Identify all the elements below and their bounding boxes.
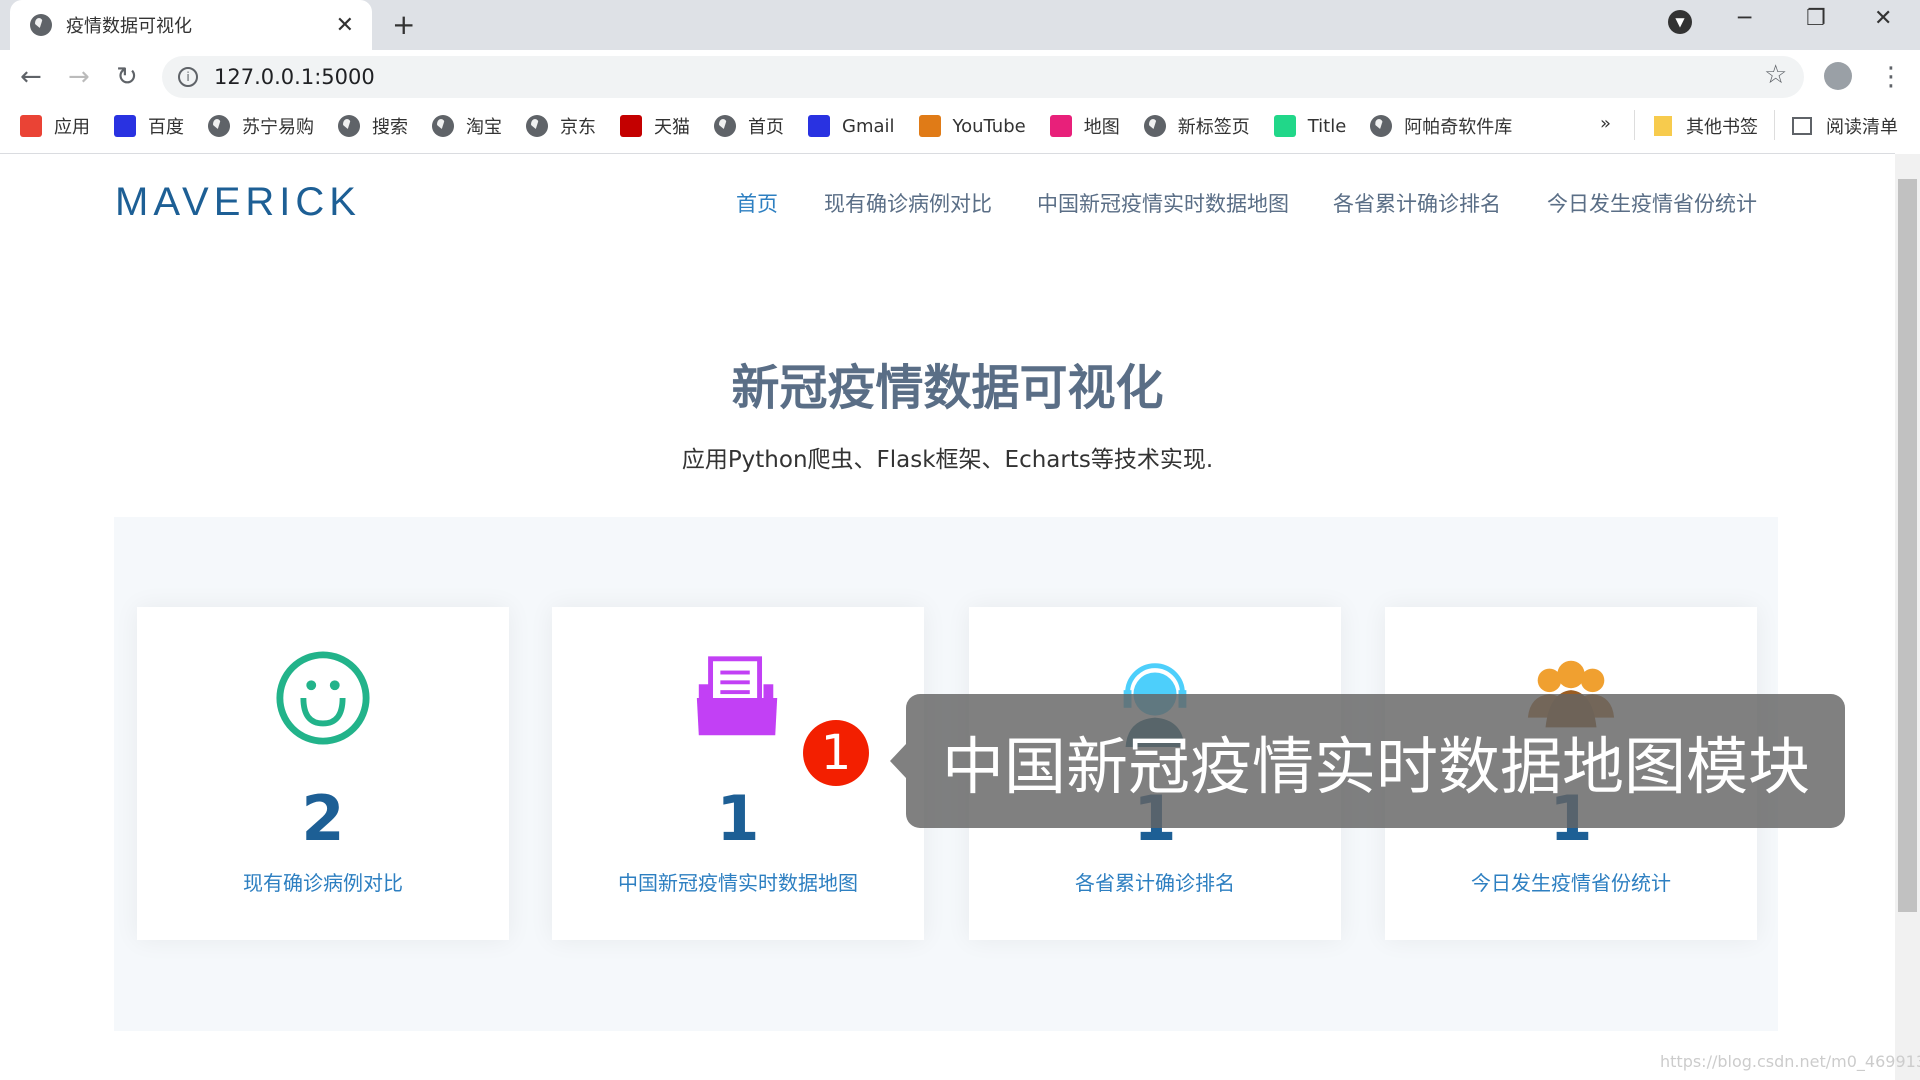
reading-list-icon bbox=[1792, 117, 1812, 135]
bookmark-label: 天猫 bbox=[654, 117, 690, 138]
bookmark-item[interactable]: Gmail bbox=[808, 115, 895, 137]
reload-icon[interactable]: ↻ bbox=[116, 62, 138, 92]
nav-link[interactable]: 各省累计确诊排名 bbox=[1333, 188, 1501, 218]
address-bar[interactable]: i 127.0.0.1:5000 bbox=[162, 56, 1804, 98]
card-link[interactable]: 现有确诊病例对比 bbox=[137, 867, 509, 896]
nav-link[interactable]: 首页 bbox=[736, 188, 778, 218]
forward-icon[interactable]: → bbox=[68, 62, 90, 92]
globe-icon bbox=[714, 115, 736, 137]
globe-icon bbox=[208, 115, 230, 137]
watermark: https://blog.csdn.net/m0_4699136 bbox=[1660, 1052, 1920, 1071]
restore-icon[interactable]: ❐ bbox=[1806, 6, 1826, 31]
card-link[interactable]: 今日发生疫情省份统计 bbox=[1385, 867, 1757, 896]
bookmark-item[interactable]: 首页 bbox=[714, 113, 784, 139]
tab-title: 疫情数据可视化 bbox=[66, 16, 192, 37]
bookmark-item[interactable]: 百度 bbox=[114, 113, 184, 139]
globe-icon bbox=[1370, 115, 1393, 137]
tab-search-icon[interactable]: ▼ bbox=[1668, 10, 1692, 34]
feature-card[interactable]: 1 中国新冠疫情实时数据地图 bbox=[552, 607, 924, 940]
globe-icon bbox=[30, 14, 52, 36]
card-link[interactable]: 各省累计确诊排名 bbox=[969, 867, 1341, 896]
info-icon[interactable]: i bbox=[178, 67, 198, 87]
bookmark-item[interactable]: 阿帕奇软件库 bbox=[1370, 113, 1512, 139]
annotation-tooltip: 中国新冠疫情实时数据地图模块 bbox=[906, 694, 1845, 828]
menu-icon[interactable]: ⋮ bbox=[1878, 62, 1904, 92]
bookmark-label: 百度 bbox=[148, 117, 184, 138]
nav-link[interactable]: 今日发生疫情省份统计 bbox=[1547, 188, 1757, 218]
bookmark-label: 京东 bbox=[560, 117, 596, 138]
step-badge: 1 bbox=[803, 720, 869, 786]
globe-icon bbox=[432, 115, 454, 137]
profile-avatar[interactable] bbox=[1824, 62, 1852, 90]
folder-icon bbox=[1654, 116, 1672, 136]
bookmark-label: 淘宝 bbox=[466, 117, 502, 138]
bookmark-item[interactable]: 搜索 bbox=[338, 113, 408, 139]
star-icon[interactable]: ☆ bbox=[1764, 60, 1787, 90]
bookmark-label: YouTube bbox=[952, 115, 1026, 137]
inbox-tray-icon bbox=[689, 649, 787, 747]
new-tab-button[interactable]: + bbox=[392, 8, 415, 41]
smiley-icon bbox=[274, 649, 372, 747]
browser-tab[interactable]: 疫情数据可视化 ✕ bbox=[10, 0, 372, 50]
other-bookmarks-label: 其他书签 bbox=[1686, 117, 1758, 138]
bookmark-label: 苏宁易购 bbox=[242, 117, 314, 138]
page-subtitle: 应用Python爬虫、Flask框架、Echarts等技术实现. bbox=[681, 447, 1214, 473]
map-play-icon bbox=[1049, 115, 1072, 137]
bookmark-label: 阿帕奇软件库 bbox=[1404, 117, 1513, 138]
bookmark-item[interactable]: YouTube bbox=[918, 115, 1026, 137]
tooltip-arrow bbox=[890, 744, 906, 778]
bookmark-item[interactable]: 新标签页 bbox=[1143, 113, 1250, 139]
bookmark-label: Gmail bbox=[842, 115, 895, 137]
bookmark-label: 首页 bbox=[748, 117, 784, 138]
card-link[interactable]: 中国新冠疫情实时数据地图 bbox=[552, 867, 924, 896]
minimize-icon[interactable]: ─ bbox=[1738, 6, 1751, 31]
bookmark-label: Title bbox=[1307, 115, 1347, 137]
bookmark-item[interactable]: 天猫 bbox=[620, 113, 690, 139]
baidu-paw-icon bbox=[114, 115, 136, 137]
pycharm-icon bbox=[1273, 115, 1296, 137]
nav-link[interactable]: 中国新冠疫情实时数据地图 bbox=[1037, 188, 1289, 218]
close-window-icon[interactable]: ✕ bbox=[1874, 6, 1892, 31]
apps-grid-icon bbox=[20, 115, 42, 137]
url-text: 127.0.0.1:5000 bbox=[214, 65, 375, 89]
bookmark-label: 应用 bbox=[54, 117, 90, 138]
feature-card[interactable]: 2 现有确诊病例对比 bbox=[137, 607, 509, 940]
bookmarks-bar: 应用 百度 苏宁易购 搜索 淘宝 京东 天猫 首页 Gmail YouTube 地图 新标签页 Titl… bbox=[0, 110, 1920, 142]
globe-icon bbox=[1143, 115, 1166, 137]
nav-link[interactable]: 现有确诊病例对比 bbox=[824, 188, 992, 218]
card-count: 1 bbox=[716, 782, 760, 855]
bookmark-label: 新标签页 bbox=[1177, 117, 1250, 138]
bookmark-item[interactable]: 应用 bbox=[20, 113, 90, 139]
divider bbox=[1634, 110, 1635, 140]
bookmark-item[interactable]: 京东 bbox=[526, 113, 596, 139]
bookmark-item[interactable]: 地图 bbox=[1049, 113, 1120, 139]
card-count: 2 bbox=[301, 782, 345, 855]
bookmark-item[interactable]: Title bbox=[1273, 115, 1347, 137]
page-title: 新冠疫情数据可视化 bbox=[731, 360, 1164, 416]
bookmark-item[interactable]: 苏宁易购 bbox=[208, 113, 314, 139]
divider bbox=[0, 153, 1895, 154]
other-bookmarks[interactable]: 其他书签 bbox=[1654, 113, 1758, 139]
baidu-paw-icon bbox=[808, 115, 830, 137]
close-tab-icon[interactable]: ✕ bbox=[336, 13, 354, 38]
reading-list-label: 阅读清单 bbox=[1826, 117, 1898, 138]
divider bbox=[1774, 110, 1775, 140]
globe-icon bbox=[526, 115, 548, 137]
more-bookmarks-button[interactable]: » bbox=[1600, 113, 1611, 134]
tmall-icon bbox=[620, 115, 642, 137]
scrollbar-thumb[interactable] bbox=[1898, 179, 1917, 912]
bookmark-label: 地图 bbox=[1083, 117, 1120, 138]
bookmark-item[interactable]: 淘宝 bbox=[432, 113, 502, 139]
bookmark-label: 搜索 bbox=[372, 117, 408, 138]
youtube-icon bbox=[918, 115, 941, 137]
reading-list[interactable]: 阅读清单 bbox=[1792, 113, 1898, 139]
site-logo[interactable]: MAVERICK bbox=[115, 180, 361, 225]
globe-icon bbox=[338, 115, 360, 137]
back-icon[interactable]: ← bbox=[20, 62, 42, 92]
tooltip-text: 中国新冠疫情实时数据地图模块 bbox=[942, 730, 1811, 803]
